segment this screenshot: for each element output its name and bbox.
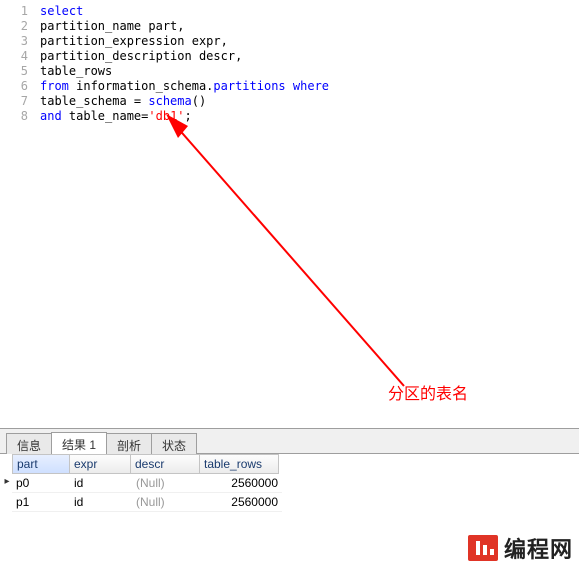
cell-part[interactable]: p1 (12, 493, 70, 512)
row-marker: ▸ (2, 474, 12, 493)
table-row[interactable]: ▸p0id(Null)2560000 (2, 474, 579, 493)
cell-table_rows[interactable]: 2560000 (202, 474, 282, 493)
gutter-line: 8 (0, 109, 28, 124)
code-line[interactable]: from information_schema.partitions where (40, 79, 579, 94)
tab-2[interactable]: 剖析 (106, 433, 152, 455)
cell-part[interactable]: p0 (12, 474, 70, 493)
cell-table_rows[interactable]: 2560000 (202, 493, 282, 512)
gutter-line: 7 (0, 94, 28, 109)
results-tabs: 信息结果 1剖析状态 (0, 428, 579, 454)
code-line[interactable]: partition_expression expr, (40, 34, 579, 49)
gutter-line: 3 (0, 34, 28, 49)
column-header-expr[interactable]: expr (69, 454, 131, 474)
cell-descr[interactable]: (Null) (132, 493, 202, 512)
tab-0[interactable]: 信息 (6, 433, 52, 455)
cell-descr[interactable]: (Null) (132, 474, 202, 493)
code-line[interactable]: table_schema = schema() (40, 94, 579, 109)
editor-code[interactable]: selectpartition_name part,partition_expr… (36, 0, 579, 428)
code-line[interactable]: table_rows (40, 64, 579, 79)
code-line[interactable]: partition_description descr, (40, 49, 579, 64)
gutter-line: 6 (0, 79, 28, 94)
brand-text: 编程网 (504, 532, 573, 564)
column-header-part[interactable]: part (12, 454, 70, 474)
brand-logo-icon (468, 535, 498, 561)
cell-expr[interactable]: id (70, 474, 132, 493)
results-header: partexprdescrtable_rows (2, 454, 579, 474)
column-header-table_rows[interactable]: table_rows (199, 454, 279, 474)
column-header-descr[interactable]: descr (130, 454, 200, 474)
gutter-line: 1 (0, 4, 28, 19)
gutter-line: 5 (0, 64, 28, 79)
tab-1[interactable]: 结果 1 (51, 432, 107, 455)
sql-editor[interactable]: 12345678 selectpartition_name part,parti… (0, 0, 579, 428)
cell-expr[interactable]: id (70, 493, 132, 512)
code-line[interactable]: and table_name='db1'; (40, 109, 579, 124)
table-row[interactable]: p1id(Null)2560000 (2, 493, 579, 512)
gutter-line: 4 (0, 49, 28, 64)
brand-watermark: 编程网 (468, 532, 573, 564)
editor-gutter: 12345678 (0, 0, 36, 428)
code-line[interactable]: partition_name part, (40, 19, 579, 34)
code-line[interactable]: select (40, 4, 579, 19)
row-marker (2, 493, 12, 512)
gutter-line: 2 (0, 19, 28, 34)
results-body: ▸p0id(Null)2560000p1id(Null)2560000 (2, 474, 579, 512)
tab-3[interactable]: 状态 (151, 433, 197, 455)
